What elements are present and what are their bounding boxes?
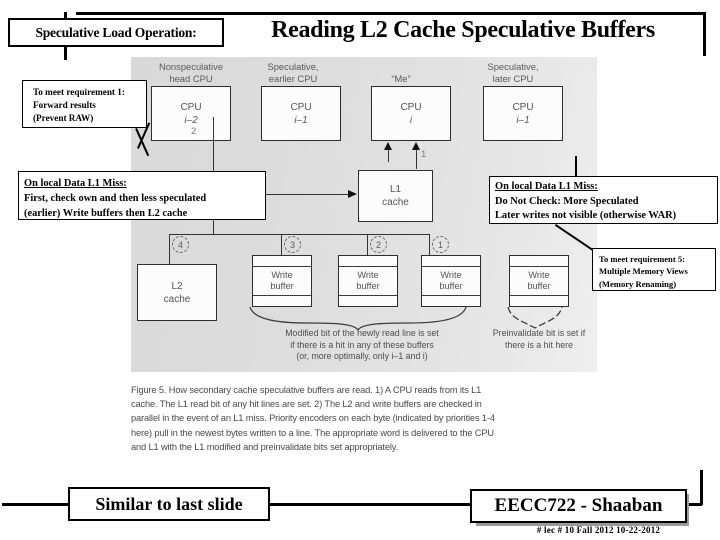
callout-req1-line1: To meet requirement 1: <box>33 87 125 97</box>
l2-cache-line2: cache <box>163 293 191 305</box>
figure-caption-line2: cache. The L1 read bit of any hit lines … <box>131 399 482 410</box>
priority-badge-1: 1 <box>432 236 449 253</box>
step-label-2: 2 <box>191 126 197 137</box>
note-modified-bit-line2: if there is a hit in any of these buffer… <box>290 339 434 350</box>
callout-req1-line3: (Prevent RAW) <box>33 113 94 123</box>
footer-course-badge: EECC722 - Shaaban <box>470 489 687 523</box>
write-buffer-3-line2: buffer <box>270 281 294 291</box>
cpu-box-me: CPU i <box>371 86 451 141</box>
cpu-box-1-name: CPU <box>290 101 312 113</box>
callout-l1miss-left-line1: First, check own and then less speculate… <box>24 193 207 204</box>
col-header-1-line2: earlier CPU <box>268 72 318 84</box>
callout-req5-line3: (Memory Renaming) <box>599 278 677 289</box>
priority-badge-2: 2 <box>370 236 387 253</box>
l2-cache-line1: L2 <box>171 280 183 292</box>
write-buffer-3-line1: Write <box>271 270 293 280</box>
callout-l1miss-right-line2: Later writes not visible (otherwise WAR) <box>495 210 677 221</box>
footer-note-label: Similar to last slide <box>95 493 243 514</box>
callout-req5-line1: To meet requirement 5: <box>599 254 685 264</box>
col-header-3-line1: Speculative, <box>487 61 539 72</box>
figure-caption-line3: parallel in the event of an L1 miss. Pri… <box>131 413 495 424</box>
col-header-0-line1: Nonspeculative <box>158 61 224 72</box>
speculative-load-operation-tag: Speculative Load Operation: <box>8 18 224 47</box>
page-title-text: Reading L2 Cache Speculative Buffers <box>271 16 655 43</box>
page-title: Reading L2 Cache Speculative Buffers <box>228 12 698 48</box>
wire-leg-l2 <box>169 234 171 264</box>
note-preinvalidate-line2: there is a hit here <box>505 339 573 350</box>
footer-right-rule <box>700 470 703 505</box>
slide-root: Speculative Load Operation: Reading L2 C… <box>0 0 720 540</box>
note-modified-bit-line1: Modified bit of the newly read line is s… <box>285 328 439 338</box>
write-buffer-1: Write buffer <box>421 255 481 307</box>
wire-cpu-read-b <box>415 149 417 169</box>
write-buffer-later: Write buffer <box>509 255 569 307</box>
callout-local-l1-miss-right: On local Data L1 Miss: Do Not Check: Mor… <box>489 176 718 224</box>
cpu-box-2-index: i <box>409 114 413 126</box>
header-right-rule <box>703 12 706 56</box>
note-preinvalidate-bit: Preinvalidate bit is set if there is a h… <box>479 328 599 351</box>
l1-cache-box: L1 cache <box>358 170 433 222</box>
write-buffer-1-line1: Write <box>440 270 462 280</box>
note-preinvalidate-line1: Preinvalidate bit is set if <box>492 328 586 338</box>
write-buffer-2-line1: Write <box>357 270 379 280</box>
priority-badge-3: 3 <box>284 236 301 253</box>
cpu-box-later: CPU i–1 <box>483 86 563 141</box>
l1-cache-line2: cache <box>382 197 409 208</box>
callout-requirement-5: To meet requirement 5: Multiple Memory V… <box>592 248 716 291</box>
write-buffer-later-line1: Write <box>528 270 550 280</box>
cpu-box-0-index: i–2 <box>184 114 198 126</box>
cpu-box-3-name: CPU <box>512 101 534 113</box>
callout-l1miss-right-heading: On local Data L1 Miss: <box>495 181 598 192</box>
callout-req5-line2: Multiple Memory Views <box>599 266 688 277</box>
write-buffer-later-line2: buffer <box>527 281 551 291</box>
footer-course-label: EECC722 - Shaaban <box>494 495 663 516</box>
arrow-into-l1-cache <box>348 190 357 198</box>
l1-cache-line1: L1 <box>389 184 402 195</box>
note-modified-bit: Modified bit of the newly read line is s… <box>243 328 481 363</box>
footer-note-similar-to-last-slide: Similar to last slide <box>68 487 270 521</box>
wire-leg-wb2 <box>367 234 369 255</box>
wire-leg-wb1 <box>429 234 431 255</box>
figure-caption: Figure 5. How secondary cache speculativ… <box>131 383 597 461</box>
figure-caption-line4: here) pull in the newest bytes written t… <box>131 427 494 438</box>
write-buffer-2-line2: buffer <box>356 281 380 291</box>
cpu-box-1-index: i–1 <box>294 114 308 126</box>
callout-l1miss-left-line2: (earlier) Write buffers then L2 cache <box>24 208 188 219</box>
callout-l1miss-right-line1: Do Not Check: More Speculated <box>495 195 639 207</box>
callout-requirement-1: To meet requirement 1: Forward results (… <box>22 80 147 128</box>
cpu-box-2-name: CPU <box>400 101 422 113</box>
footer-lecture-meta-text: # lec # 10 Fall 2012 10-22-2012 <box>536 525 661 535</box>
col-header-0-line2: head CPU <box>169 72 213 84</box>
cpu-box-i-minus-1: CPU i–1 <box>261 86 341 141</box>
wire-distribution-bus <box>169 234 429 236</box>
write-buffer-3: Write buffer <box>252 255 312 307</box>
wire-cpu-read-a <box>387 149 389 162</box>
col-header-0: Nonspeculative head CPU <box>139 61 243 84</box>
step-label-1: 1 <box>421 149 427 160</box>
wire-leg-wb3 <box>281 234 283 255</box>
callout-local-l1-miss-left: On local Data L1 Miss: First, check own … <box>18 171 266 220</box>
note-modified-bit-line3: (or, more optimally, only i–1 and i) <box>296 351 428 361</box>
speculative-load-operation-label: Speculative Load Operation: <box>35 24 197 40</box>
col-header-1-line1: Speculative, <box>267 61 319 72</box>
figure-caption-line1: Figure 5. How secondary cache speculativ… <box>131 385 482 395</box>
priority-badge-4: 4 <box>172 236 189 253</box>
write-buffer-1-line2: buffer <box>439 281 463 291</box>
footer-lecture-meta: # lec # 10 Fall 2012 10-22-2012 <box>486 524 711 536</box>
col-header-2-line1: “Me” <box>391 73 411 84</box>
callout-req1-line2: Forward results <box>33 100 96 110</box>
col-header-2: “Me” <box>353 73 449 85</box>
l2-cache-box: L2 cache <box>137 264 217 321</box>
cpu-box-3-index: i–1 <box>516 114 530 126</box>
col-header-1: Speculative, earlier CPU <box>241 61 345 84</box>
cpu-box-0-name: CPU <box>180 101 202 113</box>
col-header-3: Speculative, later CPU <box>461 61 565 84</box>
write-buffer-2: Write buffer <box>338 255 398 307</box>
callout-l1miss-left-heading: On local Data L1 Miss: <box>24 178 127 189</box>
figure-caption-line5: and L1 with the L1 modified and preinval… <box>131 441 399 452</box>
col-header-3-line2: later CPU <box>492 72 534 84</box>
leader-l1-miss-right <box>575 156 577 176</box>
